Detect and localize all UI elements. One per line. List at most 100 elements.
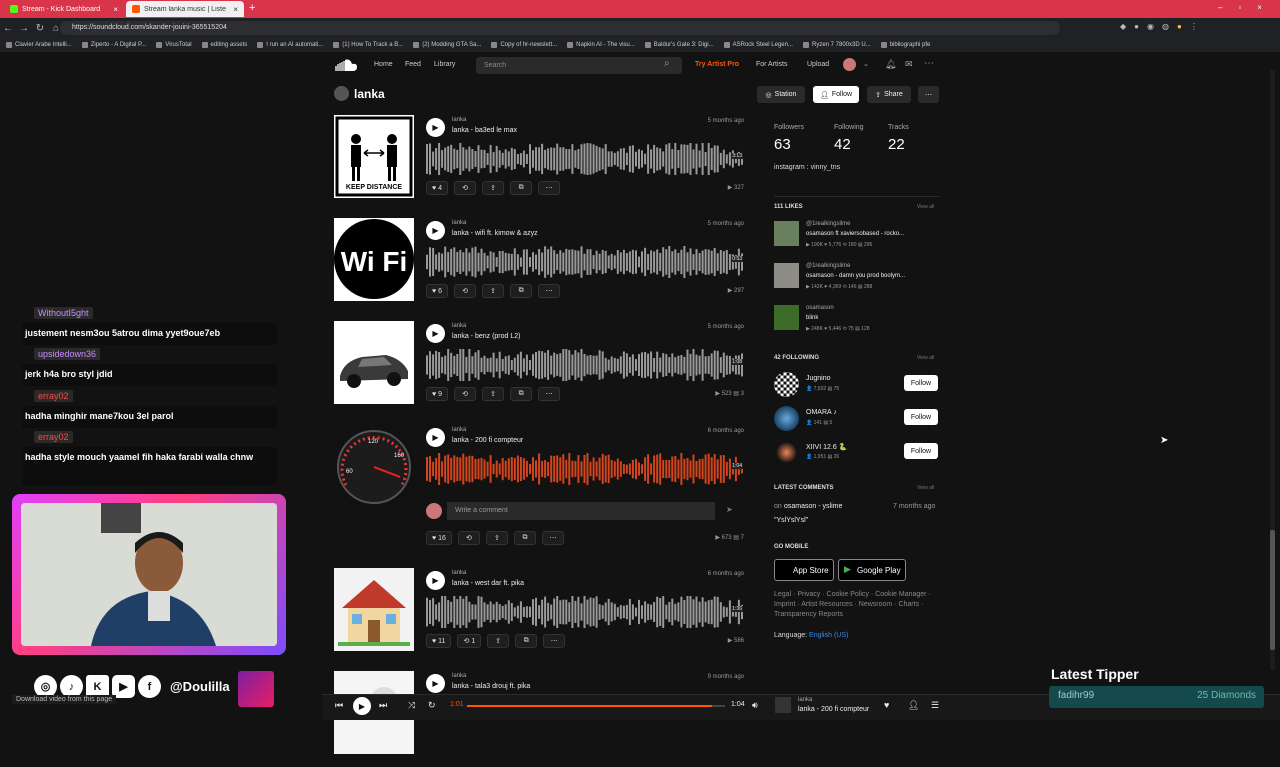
play-button[interactable]: ▶ [426, 324, 445, 343]
following-name[interactable]: OMARA ♪ [806, 409, 837, 416]
liked-track[interactable]: osamason blink ▶ 248K ♥ 5,446 ⟲ 75 ▤ 128 [774, 305, 944, 339]
repost-button[interactable]: ⟲ 1 [457, 634, 482, 648]
chat-username[interactable]: WithoutI5ght [34, 307, 93, 319]
track-artwork[interactable]: 60 120 160 [334, 425, 414, 508]
waveform[interactable]: 0:53 [426, 245, 744, 279]
track-artist[interactable]: lanka [452, 117, 466, 123]
like-button[interactable]: ♥ 16 [426, 531, 452, 545]
next-icon[interactable]: ⏭ [379, 700, 387, 711]
tab-kick-dashboard[interactable]: Stream - Kick Dashboard × [4, 1, 124, 17]
upload-link[interactable]: Upload [807, 61, 829, 68]
bookmark-item[interactable]: ASRock Steel Legen... [723, 42, 793, 48]
bookmark-item[interactable]: I run an AI automati... [257, 42, 323, 48]
share-button[interactable]: ⇪ [482, 387, 505, 401]
google-play-badge[interactable]: ▶ Google Play [838, 559, 906, 581]
liked-track[interactable]: @1realkingslime osamason ft xaviersobased… [774, 221, 944, 255]
for-artists-link[interactable]: For Artists [756, 61, 788, 68]
more-button[interactable]: ⋯ [543, 634, 566, 648]
liked-track-artwork[interactable] [774, 221, 799, 246]
copy-link-button[interactable]: ⧉ [515, 634, 538, 648]
now-playing-title[interactable]: lanka - 200 fi compteur [798, 706, 869, 713]
extension-icon[interactable]: ● [1134, 22, 1139, 31]
liked-track-title[interactable]: osamason - damn you prod boolym... [806, 273, 905, 279]
track-artwork[interactable] [334, 568, 414, 651]
following-count[interactable]: 42 [834, 136, 851, 153]
following-avatar[interactable] [774, 440, 799, 465]
language-selector[interactable]: Language: English (US) [774, 632, 848, 639]
like-button[interactable]: ♥ 9 [426, 387, 449, 401]
following-name[interactable]: Jugnino [806, 375, 831, 382]
station-button[interactable]: ◎ Station [757, 86, 805, 103]
forward-icon[interactable]: → [16, 23, 32, 34]
repost-button[interactable]: ⟲ [454, 284, 477, 298]
more-button[interactable]: ⋯ [538, 181, 561, 195]
send-icon[interactable]: ➤ [726, 505, 733, 514]
window-controls[interactable]: –▫× [1218, 3, 1278, 12]
extension-icon[interactable]: ◉ [1147, 22, 1154, 31]
track-title[interactable]: lanka - benz (prod L2) [452, 333, 520, 340]
track-artist[interactable]: lanka [452, 323, 466, 329]
more-options-button[interactable]: ⋯ [918, 86, 939, 103]
waveform[interactable]: 1:04 [426, 451, 744, 487]
volume-icon[interactable]: 🔊︎ [752, 700, 758, 711]
share-button[interactable]: ⇪ [487, 634, 510, 648]
url-field[interactable]: https://soundcloud.com/skander-jouini-36… [60, 21, 1060, 35]
track-artist[interactable]: lanka [452, 427, 466, 433]
play-button[interactable]: ▶ [426, 428, 445, 447]
repost-button[interactable]: ⟲ [454, 181, 477, 195]
liked-track-title[interactable]: blink [806, 315, 818, 321]
app-store-badge[interactable]: App Store [774, 559, 834, 581]
copy-link-button[interactable]: ⧉ [510, 284, 533, 298]
chat-username[interactable]: upsidedown36 [34, 348, 101, 360]
following-avatar[interactable] [774, 406, 799, 431]
shuffle-icon[interactable]: ⤨ [408, 700, 415, 711]
extension-icon[interactable]: ◍ [1162, 22, 1169, 31]
bookmark-item[interactable]: (2) Modding GTA Sa... [413, 42, 481, 48]
follow-user-button[interactable]: Follow [904, 375, 938, 391]
followers-label[interactable]: Followers [774, 124, 804, 131]
now-playing-cover[interactable] [775, 697, 791, 713]
try-artist-pro-link[interactable]: Try Artist Pro [695, 61, 739, 68]
waveform[interactable]: 1:36 [426, 594, 744, 630]
track-artwork[interactable] [334, 321, 414, 404]
copy-link-button[interactable]: ⧉ [513, 531, 536, 545]
notifications-icon[interactable]: 🔔︎ [885, 59, 896, 70]
play-button[interactable]: ▶ [426, 571, 445, 590]
comments-view-all-link[interactable]: View all [917, 485, 934, 491]
like-button[interactable]: ♥ 6 [426, 284, 449, 298]
copy-link-button[interactable]: ⧉ [510, 387, 533, 401]
like-button[interactable]: ♥ 4 [426, 181, 449, 195]
more-icon[interactable]: ⋯ [924, 58, 934, 69]
bookmark-item[interactable]: Copy of hr-newslett... [491, 42, 557, 48]
extension-icon[interactable]: ◆ [1120, 22, 1126, 31]
share-button[interactable]: ⇪ [482, 181, 505, 195]
queue-icon[interactable]: ☰ [931, 700, 939, 711]
liked-track-user[interactable]: @1realkingslime [806, 221, 850, 227]
like-icon[interactable]: ♥ [884, 700, 889, 710]
messages-icon[interactable]: ✉ [905, 59, 913, 70]
back-icon[interactable]: ← [0, 23, 16, 34]
tracks-label[interactable]: Tracks [888, 124, 909, 131]
now-playing-artist[interactable]: lanka [798, 697, 812, 703]
follow-artist-icon[interactable]: 👤︎ [908, 700, 919, 711]
search-icon[interactable]: ⌕ [664, 58, 670, 69]
bookmark-item[interactable]: editing assets [201, 42, 247, 48]
share-button[interactable]: ⇪ Share [867, 86, 911, 103]
liked-track-artwork[interactable] [774, 305, 799, 330]
share-button[interactable]: ⇪ [485, 531, 508, 545]
bookmark-item[interactable]: Ziperto - A Digital P... [81, 42, 146, 48]
follow-user-button[interactable]: Follow [904, 443, 938, 459]
play-button[interactable]: ▶ [426, 221, 445, 240]
search-input[interactable]: Search [476, 57, 682, 74]
track-artwork[interactable]: Wi Fi [334, 218, 414, 301]
more-button[interactable]: ⋯ [541, 531, 564, 545]
like-button[interactable]: ♥ 11 [426, 634, 452, 648]
track-title[interactable]: lanka - tala3 drouj ft. pika [452, 683, 530, 690]
track-title[interactable]: lanka - ba3ed le max [452, 127, 517, 134]
liked-track-title[interactable]: osamason ft xaviersobased - rocko... [806, 231, 904, 237]
following-name[interactable]: XIIVI 12.6 🐍 [806, 443, 847, 451]
bookmark-item[interactable]: Ryzen 7 7800x3D U... [802, 42, 871, 48]
close-icon[interactable]: × [233, 5, 238, 14]
download-video-bar[interactable]: Download video from this page [12, 695, 117, 704]
close-icon[interactable]: × [113, 5, 118, 14]
